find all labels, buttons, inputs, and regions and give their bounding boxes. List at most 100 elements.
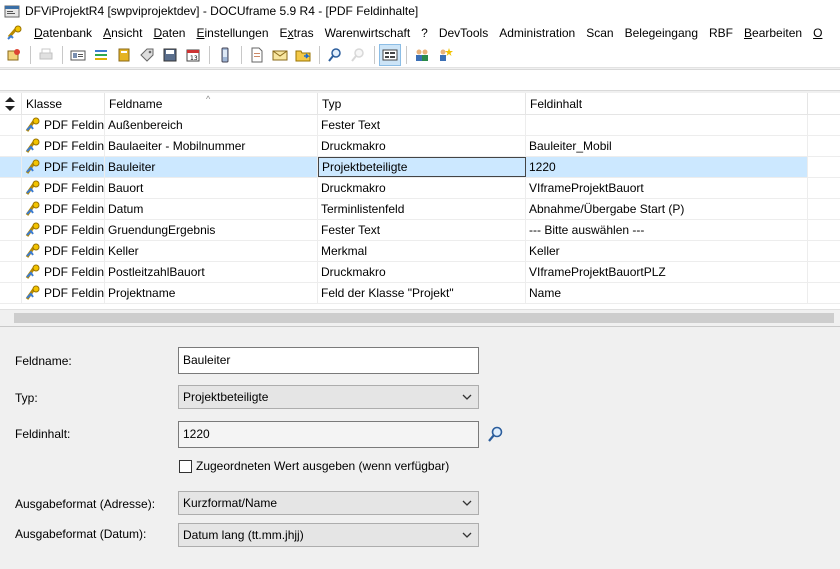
table-row[interactable]: PDF Feldin Baulaeiter - Mobilnummer Druckm… [0, 136, 840, 157]
column-header-feldname[interactable]: Feldname ^ [105, 93, 318, 115]
cell-feldname[interactable]: Außenbereich [105, 115, 318, 135]
menu-ansicht[interactable]: Ansicht [99, 26, 149, 40]
calendar-icon[interactable]: 13 [182, 44, 204, 66]
typ-select[interactable]: Projektbeteiligte [178, 385, 479, 409]
cell-feldname[interactable]: Baulaeiter - Mobilnummer [105, 136, 318, 156]
book-icon[interactable] [113, 44, 135, 66]
cell-feldname[interactable]: PostleitzahlBauort [105, 262, 318, 282]
menu-belegeingang[interactable]: Belegeingang [621, 26, 705, 40]
cell-typ[interactable]: Druckmakro [318, 136, 526, 156]
cell-klasse[interactable]: PDF Feldin [22, 136, 105, 156]
table-row[interactable]: PDF Feldin PostleitzahlBauort Druckmakro VI… [0, 262, 840, 283]
cell-feldinhalt[interactable]: Name [526, 283, 808, 303]
cell-feldinhalt[interactable]: Bauleiter_Mobil [526, 136, 808, 156]
cell-feldinhalt[interactable] [526, 115, 808, 135]
key-user-icon[interactable] [6, 25, 24, 41]
table-row[interactable]: PDF Feldin Datum Terminlistenfeld Abnahme/Ü… [0, 199, 840, 220]
horizontal-scrollbar[interactable] [0, 309, 840, 326]
menu-devtools[interactable]: DevTools [435, 26, 495, 40]
feldinhalt-field[interactable]: 1220 [178, 421, 479, 448]
column-header-typ[interactable]: Typ [318, 93, 526, 115]
search-icon[interactable] [487, 425, 505, 443]
cell-klasse[interactable]: PDF Feldin [22, 115, 105, 135]
cell-klasse[interactable]: PDF Feldin [22, 157, 105, 177]
cell-klasse[interactable]: PDF Feldin [22, 262, 105, 282]
row-selector[interactable] [0, 115, 22, 135]
cell-klasse[interactable]: PDF Feldin [22, 283, 105, 303]
filter-strip[interactable] [0, 69, 840, 91]
row-selector[interactable] [0, 199, 22, 219]
list-color-icon[interactable] [90, 44, 112, 66]
row-selector-header[interactable] [0, 93, 22, 115]
cell-feldinhalt[interactable]: VIframeProjektBauort [526, 178, 808, 198]
cell-feldinhalt[interactable]: VIframeProjektBauortPLZ [526, 262, 808, 282]
cell-feldname[interactable]: Keller [105, 241, 318, 261]
menu-daten[interactable]: Daten [149, 26, 192, 40]
table-row[interactable]: PDF Feldin Keller Merkmal Keller [0, 241, 840, 262]
menu-help[interactable]: ? [417, 26, 435, 40]
tag-icon[interactable] [136, 44, 158, 66]
table-row[interactable]: PDF Feldin Bauort Druckmakro VIframeProjekt… [0, 178, 840, 199]
envelope-icon[interactable] [269, 44, 291, 66]
diskette-icon[interactable] [159, 44, 181, 66]
cell-feldinhalt[interactable]: Keller [526, 241, 808, 261]
splitter[interactable] [0, 326, 840, 335]
menu-bearbeiten[interactable]: Bearbeiten [740, 26, 809, 40]
row-selector[interactable] [0, 178, 22, 198]
id-card-icon[interactable] [67, 44, 89, 66]
cell-typ[interactable]: Fester Text [318, 220, 526, 240]
menu-scan[interactable]: Scan [582, 26, 620, 40]
cell-feldname[interactable]: Datum [105, 199, 318, 219]
cell-typ[interactable]: Fester Text [318, 115, 526, 135]
user-key-icon[interactable] [3, 44, 25, 66]
row-selector[interactable] [0, 157, 22, 177]
cell-typ[interactable]: Merkmal [318, 241, 526, 261]
table-row[interactable]: PDF Feldin Außenbereich Fester Text [0, 115, 840, 136]
users-star-icon[interactable] [434, 44, 456, 66]
users-icon[interactable] [411, 44, 433, 66]
row-selector[interactable] [0, 283, 22, 303]
cell-feldinhalt[interactable]: 1220 [526, 157, 808, 177]
menu-einstellungen[interactable]: Einstellungen [192, 26, 275, 40]
document-icon[interactable] [246, 44, 268, 66]
cell-klasse[interactable]: PDF Feldin [22, 199, 105, 219]
menu-rbf[interactable]: RBF [705, 26, 740, 40]
row-selector[interactable] [0, 241, 22, 261]
menu-o[interactable]: O [809, 26, 829, 40]
search-icon[interactable] [324, 44, 346, 66]
cell-typ[interactable]: Feld der Klasse "Projekt" [318, 283, 526, 303]
row-selector[interactable] [0, 136, 22, 156]
table-row[interactable]: PDF Feldin Bauleiter Projektbeteiligte 1220 [0, 157, 840, 178]
row-selector[interactable] [0, 262, 22, 282]
cell-klasse[interactable]: PDF Feldin [22, 178, 105, 198]
cell-feldname[interactable]: Projektname [105, 283, 318, 303]
cell-feldname[interactable]: GruendungErgebnis [105, 220, 318, 240]
cell-typ[interactable]: Terminlistenfeld [318, 199, 526, 219]
mobile-phone-icon[interactable] [214, 44, 236, 66]
zugeordneten-wert-checkbox[interactable] [179, 460, 192, 473]
table-row[interactable]: PDF Feldin Projektname Feld der Klasse "Pr… [0, 283, 840, 304]
column-header-feldinhalt[interactable]: Feldinhalt [526, 93, 808, 115]
cell-feldinhalt[interactable]: Abnahme/Übergabe Start (P) [526, 199, 808, 219]
menu-extras[interactable]: Extras [276, 26, 321, 40]
cell-typ[interactable]: Projektbeteiligte [318, 157, 526, 177]
scrollbar-thumb[interactable] [14, 313, 834, 323]
cell-typ[interactable]: Druckmakro [318, 178, 526, 198]
menu-warenwirtschaft[interactable]: Warenwirtschaft [321, 26, 418, 40]
cell-klasse[interactable]: PDF Feldin [22, 220, 105, 240]
cell-klasse[interactable]: PDF Feldin [22, 241, 105, 261]
printer-icon[interactable] [35, 44, 57, 66]
column-header-klasse[interactable]: Klasse [22, 93, 105, 115]
form-view-icon[interactable] [379, 44, 401, 66]
table-row[interactable]: PDF Feldin GruendungErgebnis Fester Text --… [0, 220, 840, 241]
row-selector[interactable] [0, 220, 22, 240]
cell-feldname[interactable]: Bauleiter [105, 157, 318, 177]
menu-administration[interactable]: Administration [495, 26, 582, 40]
folder-arrow-icon[interactable] [292, 44, 314, 66]
search-disabled-icon[interactable] [347, 44, 369, 66]
menu-datenbank[interactable]: Datenbank [30, 26, 99, 40]
feldname-field[interactable]: Bauleiter [178, 347, 479, 374]
cell-feldname[interactable]: Bauort [105, 178, 318, 198]
ausgabeformat-datum-select[interactable]: Datum lang (tt.mm.jhjj) [178, 523, 479, 547]
cell-feldinhalt[interactable]: --- Bitte auswählen --- [526, 220, 808, 240]
